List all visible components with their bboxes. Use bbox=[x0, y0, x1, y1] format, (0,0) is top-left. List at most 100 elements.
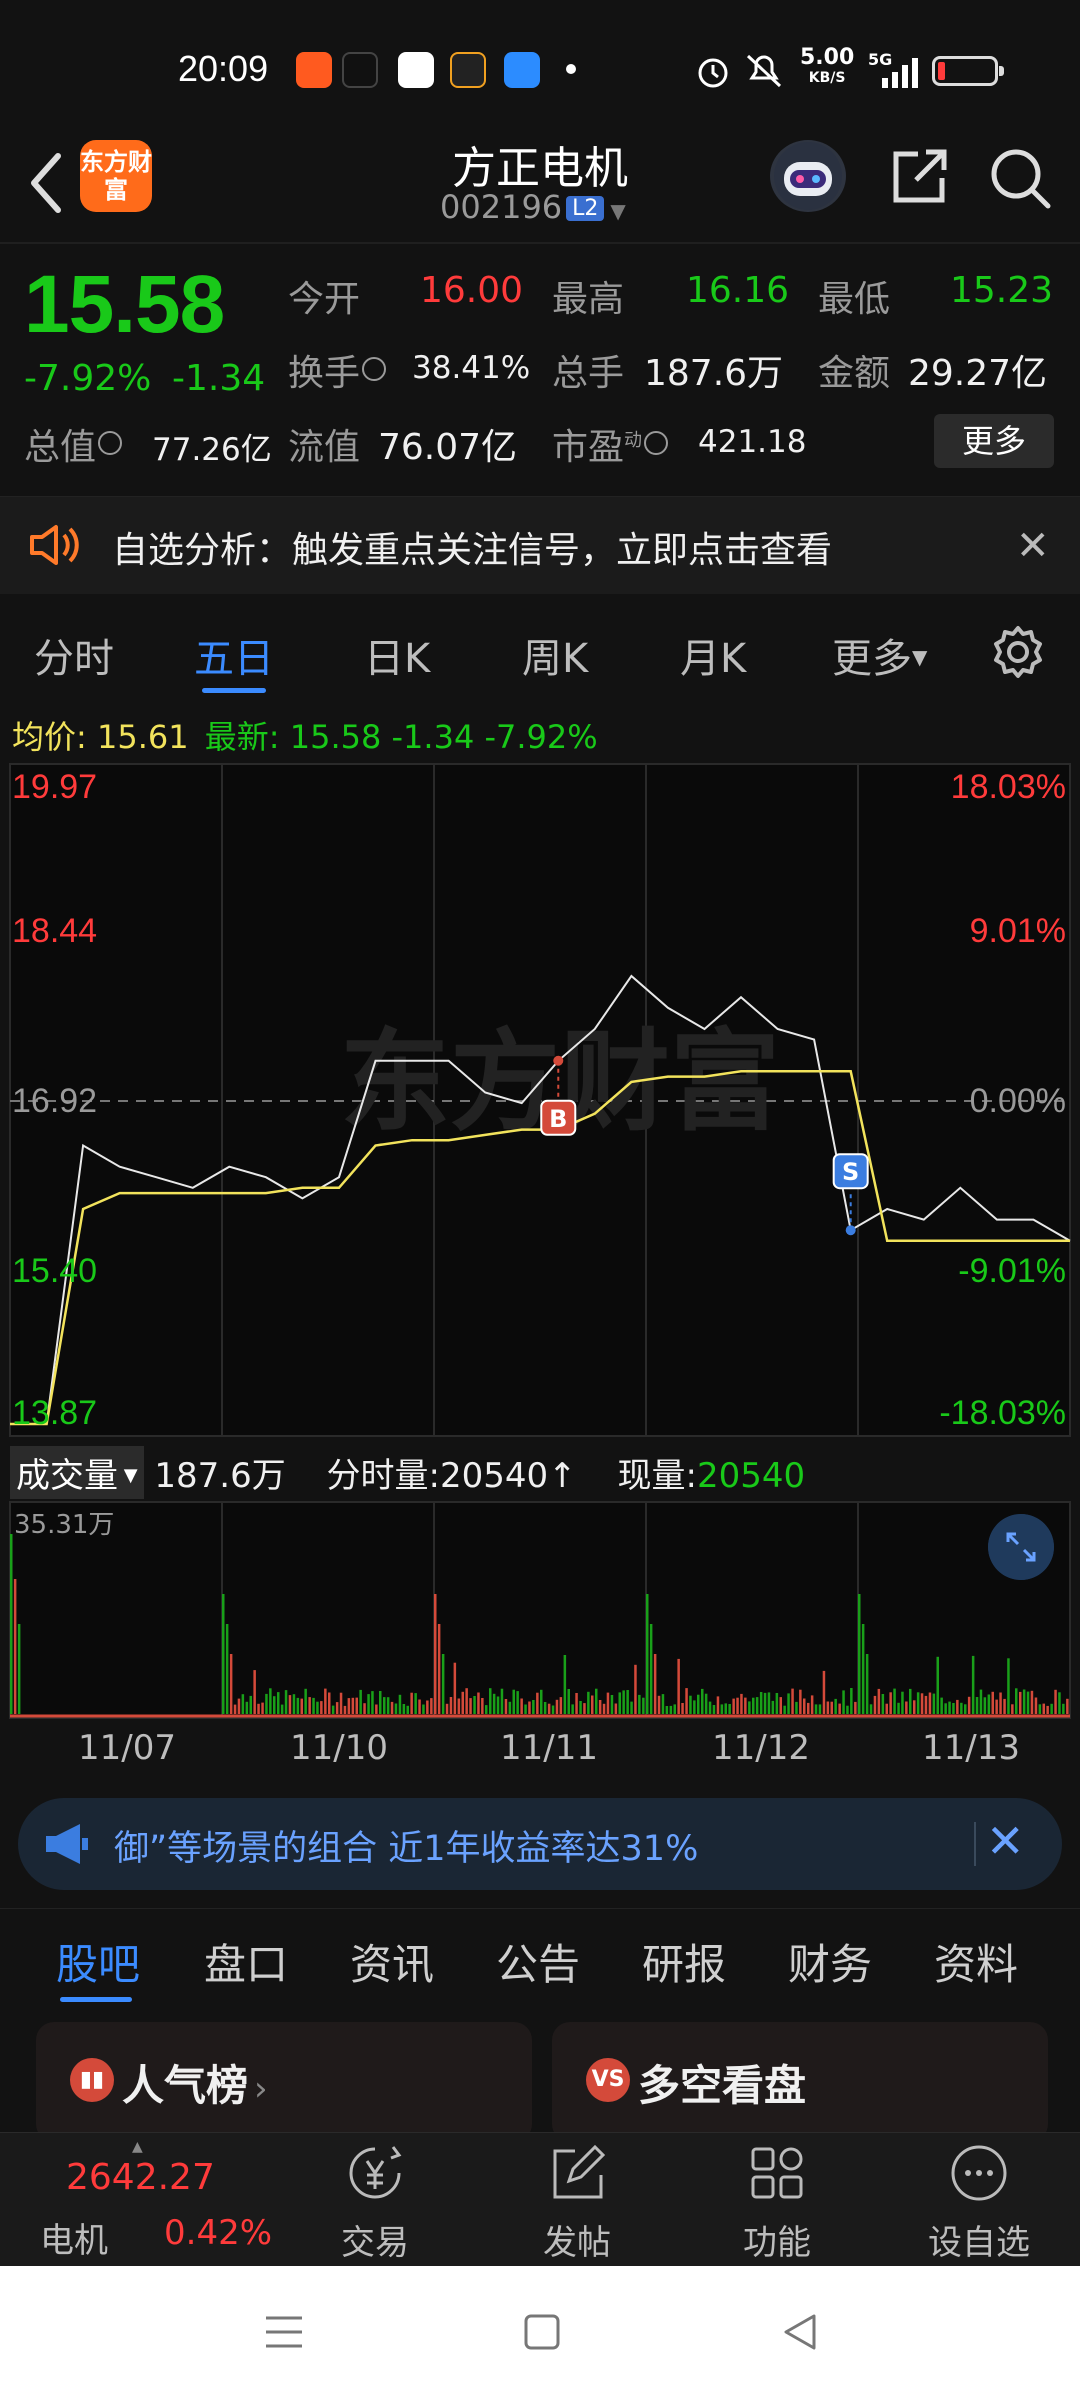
volume-bar bbox=[437, 1624, 441, 1714]
volume-bar bbox=[991, 1691, 994, 1714]
volume-bar bbox=[426, 1700, 429, 1714]
volume-bar bbox=[598, 1700, 602, 1714]
tab-intraday[interactable]: 分时 bbox=[34, 626, 114, 684]
chart-tabs: 分时 五日 日K 周K 月K 更多▼ bbox=[0, 596, 1080, 704]
volume-bar bbox=[555, 1699, 559, 1714]
app-notification-icon bbox=[398, 52, 434, 88]
volume-bar bbox=[818, 1704, 822, 1714]
index-name[interactable]: 电机 bbox=[40, 2213, 108, 2262]
volume-bar bbox=[701, 1688, 704, 1714]
volume-bar bbox=[571, 1704, 574, 1714]
x-axis-date: 11/12 bbox=[712, 1728, 810, 1768]
volume-bar bbox=[712, 1705, 716, 1714]
x-axis-date: 11/13 bbox=[922, 1728, 1020, 1768]
volume-bar bbox=[736, 1697, 739, 1714]
info-icon[interactable] bbox=[362, 357, 387, 381]
volume-bar bbox=[536, 1692, 539, 1714]
tab-stock-forum[interactable]: 股吧 bbox=[56, 1931, 140, 1992]
volume-chart[interactable] bbox=[0, 1500, 1080, 1720]
volume-bar bbox=[869, 1704, 873, 1714]
volume-bar bbox=[383, 1697, 386, 1714]
stock-code-row[interactable]: 002196 L2 ▼ bbox=[440, 188, 640, 226]
volume-indicator-dropdown[interactable]: 成交量 ▼ bbox=[10, 1446, 144, 1499]
notice-banner[interactable]: 自选分析：触发重点关注信号，立即点击查看 ✕ bbox=[0, 496, 1080, 594]
nav-add-watchlist[interactable]: 设自选 bbox=[904, 2133, 1054, 2267]
low-value: 15.23 bbox=[950, 270, 1054, 311]
y-axis-label-right: -18.03% bbox=[939, 1394, 1066, 1432]
volume-bar bbox=[229, 1654, 233, 1714]
search-icon[interactable] bbox=[988, 146, 1052, 210]
volume-bar bbox=[575, 1693, 578, 1714]
volume-bar bbox=[394, 1703, 398, 1714]
info-icon[interactable] bbox=[98, 431, 123, 455]
divider bbox=[0, 242, 1080, 244]
settings-gear-icon[interactable] bbox=[990, 624, 1046, 680]
nav-post[interactable]: 发帖 bbox=[502, 2133, 652, 2267]
volume-bar bbox=[543, 1702, 547, 1714]
tab-news[interactable]: 资讯 bbox=[350, 1931, 434, 1992]
volume-bar bbox=[375, 1704, 378, 1714]
nav-trade[interactable]: 交易 bbox=[300, 2133, 450, 2267]
back-icon[interactable] bbox=[780, 2312, 820, 2352]
volume-bar bbox=[280, 1704, 284, 1714]
volume-bar bbox=[308, 1697, 311, 1714]
nav-functions[interactable]: 功能 bbox=[702, 2133, 852, 2267]
share-icon[interactable] bbox=[888, 146, 948, 206]
sell-marker-label: S bbox=[842, 1158, 859, 1186]
volume-bar bbox=[386, 1697, 390, 1714]
megaphone-icon bbox=[46, 1824, 88, 1864]
tab-daily-k[interactable]: 日K bbox=[364, 626, 430, 684]
five-day-price-chart[interactable]: 东方财富 BS bbox=[0, 760, 1080, 1440]
info-icon[interactable] bbox=[644, 431, 669, 455]
volume-bar bbox=[489, 1688, 492, 1714]
active-tab-indicator bbox=[60, 1997, 132, 2002]
volume-bar bbox=[693, 1700, 696, 1714]
volume-bar bbox=[732, 1698, 735, 1714]
tab-announcements[interactable]: 公告 bbox=[496, 1931, 580, 1992]
volume-bar bbox=[13, 1579, 17, 1714]
tab-five-day[interactable]: 五日 bbox=[194, 626, 274, 684]
tab-monthly-k[interactable]: 月K bbox=[680, 626, 746, 684]
tab-financials[interactable]: 财务 bbox=[788, 1931, 872, 1992]
pe-label: 市盈动 bbox=[552, 418, 669, 470]
close-icon[interactable]: ✕ bbox=[1016, 523, 1050, 569]
chevron-down-icon: ▼ bbox=[610, 199, 626, 223]
card-title: 人气榜 bbox=[122, 2061, 249, 2110]
robot-assistant-icon[interactable] bbox=[770, 140, 846, 212]
signal-icon bbox=[882, 58, 918, 88]
more-quote-button[interactable]: 更多 bbox=[934, 414, 1054, 468]
index-value[interactable]: 2642.27 bbox=[66, 2157, 215, 2198]
tab-research[interactable]: 研报 bbox=[642, 1931, 726, 1992]
tab-more[interactable]: 更多▼ bbox=[832, 626, 927, 684]
bull-bear-card[interactable]: VS 多空看盘 bbox=[552, 2022, 1048, 2142]
volume-bar bbox=[320, 1701, 323, 1714]
volume-bar bbox=[685, 1688, 688, 1714]
volume-bar bbox=[893, 1688, 896, 1714]
amount-value: 29.27亿 bbox=[908, 353, 1048, 394]
tab-weekly-k[interactable]: 周K bbox=[522, 626, 588, 684]
volume-bar bbox=[379, 1691, 382, 1714]
volume-bar bbox=[520, 1698, 523, 1714]
tab-order-book[interactable]: 盘口 bbox=[204, 1931, 288, 1992]
volume-bar bbox=[492, 1693, 496, 1714]
volume-bar bbox=[861, 1624, 865, 1714]
volume-bar bbox=[563, 1655, 567, 1714]
volume-bar bbox=[1062, 1703, 1065, 1714]
tab-profile[interactable]: 资料 bbox=[934, 1931, 1018, 1992]
menu-icon[interactable] bbox=[262, 2312, 306, 2352]
ad-banner[interactable]: 御”等场景的组合 近1年收益率达31% ✕ bbox=[18, 1798, 1062, 1890]
popularity-ranking-card[interactable]: ▮▮ 人气榜 › bbox=[36, 2022, 532, 2142]
volume-label: 总手 bbox=[552, 353, 625, 394]
index-percent[interactable]: 0.42% bbox=[164, 2213, 272, 2253]
volume-bar bbox=[359, 1689, 362, 1714]
latest-value: 15.58 bbox=[289, 718, 382, 756]
expand-chart-icon[interactable] bbox=[988, 1514, 1054, 1580]
volume-bar bbox=[948, 1701, 951, 1714]
volume-bar bbox=[1011, 1704, 1014, 1714]
home-icon[interactable] bbox=[522, 2312, 562, 2352]
market-cap-label: 总值 bbox=[24, 418, 123, 470]
volume-bar bbox=[618, 1692, 621, 1714]
volume-bar bbox=[755, 1697, 759, 1714]
close-icon[interactable]: ✕ bbox=[986, 1814, 1025, 1868]
volume-bar bbox=[339, 1692, 343, 1714]
